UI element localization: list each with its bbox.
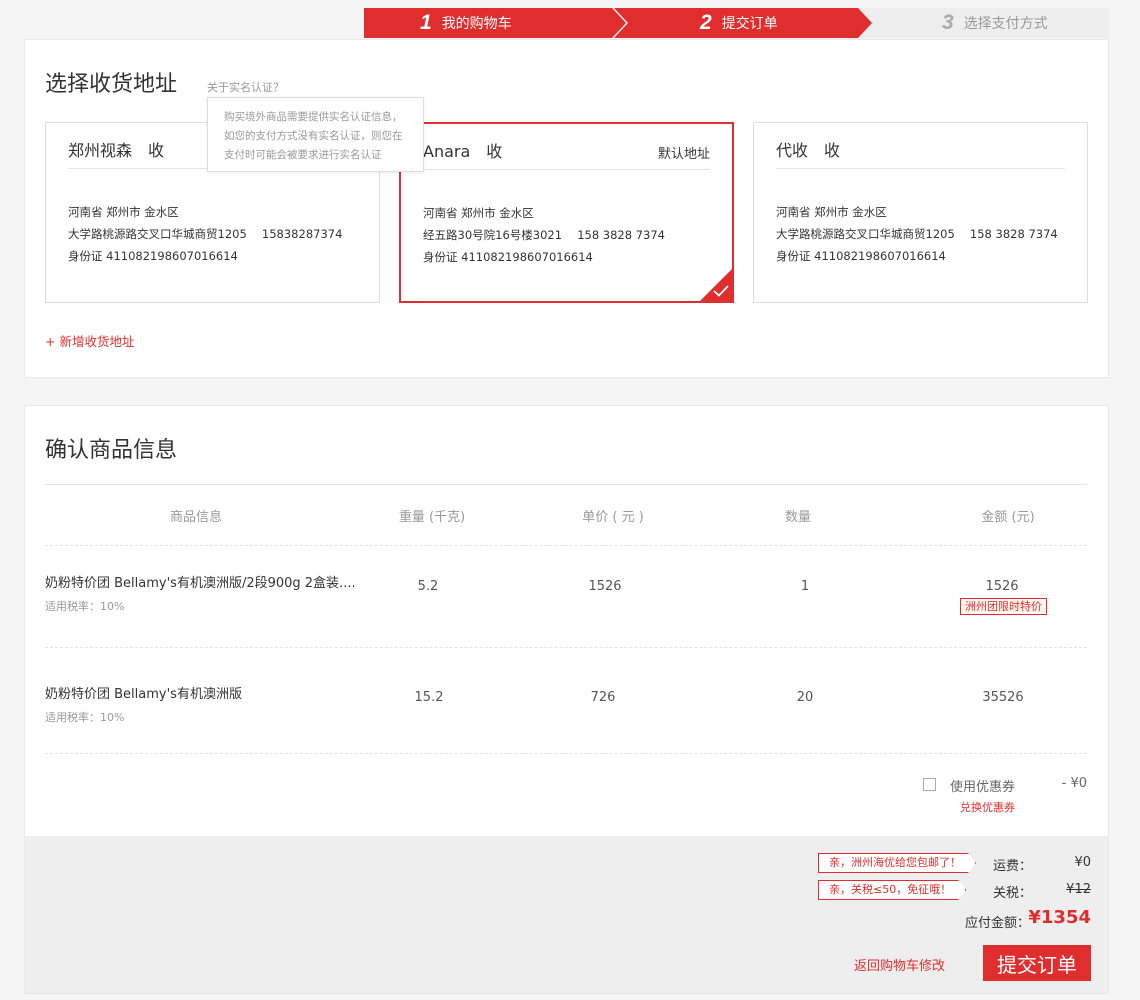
row-divider: [45, 647, 1087, 648]
shipping-value: ¥0: [1074, 855, 1091, 870]
row-divider: [45, 545, 1087, 546]
coupon-value: - ¥0: [1061, 776, 1087, 791]
tax-value: ¥12: [1066, 882, 1091, 897]
step-submit-order: 2 提交订单: [614, 8, 872, 38]
step-number: 2: [700, 11, 712, 34]
step-payment: 3 选择支付方式: [942, 8, 1048, 38]
selected-check-icon: [700, 269, 732, 301]
address-card-selected[interactable]: Anara 收 默认地址 河南省 郑州市 金水区 经五路30号院16号楼3021…: [399, 122, 734, 303]
price-cell: 726: [590, 690, 616, 705]
add-address-link[interactable]: + 新增收货地址: [45, 331, 134, 350]
goods-panel: 确认商品信息 商品信息 重量 (千克) 单价 ( 元 ) 数量 金额 (元) 奶…: [24, 405, 1109, 994]
step-number: 3: [942, 11, 954, 34]
tax-rate: 适用税率：10%: [45, 600, 125, 613]
submit-order-button[interactable]: 提交订单: [983, 945, 1091, 981]
address-lines: 河南省 郑州市 金水区 大学路桃源路交叉口华城商贸1205 1583828737…: [68, 201, 342, 267]
address-line: 身份证 411082198607016614: [776, 249, 946, 263]
shipping-label: 运费：: [993, 859, 1033, 874]
header-quantity: 数量: [784, 510, 812, 525]
tax-exempt-tag: 亲，关税≤50，免征哦！: [818, 880, 966, 900]
tax-rate: 适用税率：10%: [45, 711, 125, 724]
address-line: 河南省 郑州市 金水区: [776, 205, 887, 219]
header-price: 单价 ( 元 ): [582, 510, 644, 525]
address-title: 选择收货地址: [45, 72, 178, 97]
address-line: 大学路桃源路交叉口华城商贸1205 15838287374: [68, 227, 343, 241]
header-amount: 金额 (元): [981, 510, 1035, 525]
divider: [423, 169, 710, 170]
header-product: 商品信息: [169, 510, 223, 525]
price-cell: 1526: [588, 579, 622, 594]
address-line: 河南省 郑州市 金水区: [68, 205, 179, 219]
product-name[interactable]: 奶粉特价团 Bellamy's有机澳洲版/2段900g 2盒装....: [45, 572, 356, 591]
address-lines: 河南省 郑州市 金水区 经五路30号院16号楼3021 158 3828 737…: [423, 202, 665, 268]
realname-info-link[interactable]: 关于实名认证？: [207, 79, 284, 95]
address-lines: 河南省 郑州市 金水区 大学路桃源路交叉口华城商贸1205 158 3828 7…: [776, 201, 1058, 267]
tooltip-line: 购买境外商品需要提供实名认证信息，: [224, 111, 403, 123]
product-name[interactable]: 奶粉特价团 Bellamy's有机澳洲版: [45, 683, 242, 702]
total-value: ¥1354: [1028, 907, 1091, 928]
checkout-steps: 1 我的购物车 2 提交订单 3 选择支付方式: [364, 8, 1109, 38]
realname-tooltip: 购买境外商品需要提供实名认证信息， 如您的支付方式没有实名认证，则您在 支付时可…: [207, 97, 424, 172]
address-line: 身份证 411082198607016614: [423, 250, 593, 264]
free-shipping-tag: 亲，洲州海优给您包邮了！: [818, 853, 976, 873]
step-label: 提交订单: [721, 16, 778, 32]
goods-title: 确认商品信息: [45, 438, 178, 463]
step-cart: 1 我的购物车: [364, 8, 626, 38]
address-line: 经五路30号院16号楼3021 158 3828 7374: [423, 228, 665, 242]
recipient-name: Anara 收: [423, 142, 503, 161]
weight-cell: 5.2: [417, 579, 439, 594]
step-label: 选择支付方式: [963, 16, 1048, 32]
tooltip-line: 如您的支付方式没有实名认证，则您在: [224, 130, 403, 142]
total-label: 应付金额：: [965, 916, 1031, 931]
step-number: 1: [420, 11, 432, 34]
header-weight: 重量 (千克): [398, 510, 466, 525]
coupon-checkbox[interactable]: [923, 778, 936, 791]
tooltip-line: 支付时可能会被要求进行实名认证: [224, 149, 382, 161]
promo-badge: 洲州团限时特价: [960, 598, 1047, 615]
amount-cell: 1526: [985, 579, 1019, 594]
coupon-label: 使用优惠券: [950, 780, 1016, 795]
recipient-name: 郑州视森 收: [68, 141, 165, 160]
tax-label: 关税：: [993, 886, 1033, 901]
amount-cell: 35526: [982, 690, 1024, 705]
row-divider: [45, 753, 1087, 754]
exchange-coupon-link[interactable]: 兑换优惠券: [960, 799, 1015, 815]
recipient-name: 代收 收: [776, 141, 841, 160]
order-summary: 亲，洲州海优给您包邮了！ 运费： ¥0 亲，关税≤50，免征哦！ 关税： ¥12…: [25, 836, 1108, 993]
divider: [776, 168, 1065, 169]
address-line: 河南省 郑州市 金水区: [423, 206, 534, 220]
quantity-cell: 1: [800, 579, 810, 594]
address-panel: 选择收货地址 关于实名认证？ 购买境外商品需要提供实名认证信息， 如您的支付方式…: [24, 39, 1109, 378]
address-line: 大学路桃源路交叉口华城商贸1205 158 3828 7374: [776, 227, 1058, 241]
weight-cell: 15.2: [414, 690, 444, 705]
quantity-cell: 20: [796, 690, 814, 705]
back-to-cart-link[interactable]: 返回购物车修改: [854, 955, 945, 974]
step-label: 我的购物车: [441, 16, 512, 32]
table-top-border: [45, 484, 1087, 485]
address-line: 身份证 411082198607016614: [68, 249, 238, 263]
default-address-label: 默认地址: [657, 147, 710, 162]
address-card[interactable]: 代收 收 河南省 郑州市 金水区 大学路桃源路交叉口华城商贸1205 158 3…: [753, 122, 1088, 303]
